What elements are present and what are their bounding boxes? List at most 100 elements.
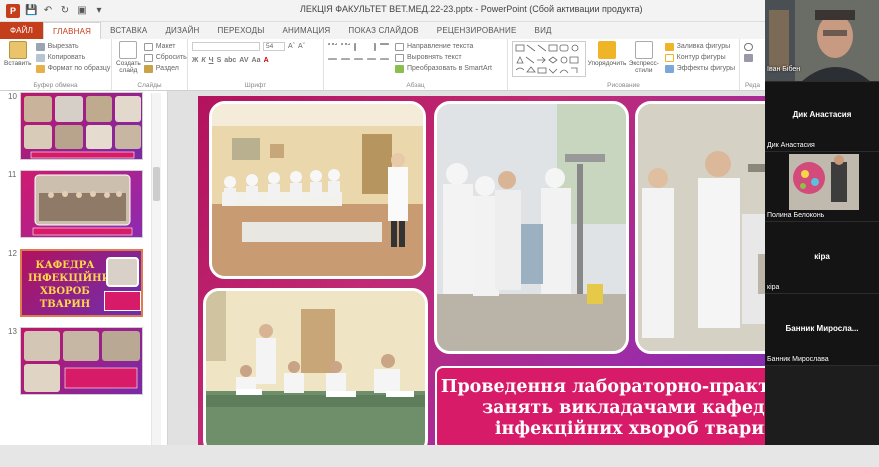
decrease-indent-icon[interactable] [354, 42, 363, 51]
participant-name: кіра [767, 284, 780, 291]
tab-transitions[interactable]: ПЕРЕХОДЫ [209, 22, 274, 39]
align-text-button[interactable]: Выровнять текст [395, 52, 492, 63]
align-left-icon[interactable] [328, 57, 337, 66]
slide-thumbnail-11[interactable] [20, 170, 143, 238]
thumbnail-scrollbar[interactable] [151, 93, 161, 465]
participant-tile[interactable]: Полина Белоконь [765, 152, 879, 222]
drawing-group-label: Рисование [607, 82, 640, 89]
smartart-icon [395, 64, 404, 73]
shape-fill-button[interactable]: Заливка фигуры [664, 41, 735, 52]
smartart-button[interactable]: Преобразовать в SmartArt [395, 63, 492, 74]
powerpoint-window: P 💾 ↶ ↻ ▣ ▾ ЛЕКЦІЯ ФАКУЛЬТЕТ ВЕТ.МЕД.22-… [0, 0, 879, 467]
change-case-icon[interactable]: Аа [252, 57, 261, 64]
redo-icon[interactable]: ↻ [59, 5, 71, 17]
tab-design[interactable]: ДИЗАЙН [156, 22, 208, 39]
participant-tile[interactable]: Дик Анастасия Дик Анастасия [765, 82, 879, 152]
slide-thumbnail-13[interactable] [20, 327, 143, 395]
photo-classroom[interactable] [209, 101, 426, 279]
font-color-icon[interactable]: A [264, 57, 269, 64]
format-painter-button[interactable]: Формат по образцу [35, 63, 110, 74]
participant-tile-presenter[interactable]: Іван Бібен [765, 0, 879, 82]
shape-outline-button[interactable]: Контур фигуры [664, 52, 735, 63]
numbering-icon[interactable] [341, 42, 350, 51]
undo-icon[interactable]: ↶ [42, 5, 54, 17]
font-group: 54 Aˆ Aˇ Ж К Ч S abc AV Аа A Шрифт [188, 39, 324, 90]
slide-thumbnail-12[interactable]: КАФЕДРА ІНФЕКЦІЙНИХ ХВОРОБ ТВАРИН [20, 249, 143, 317]
photo-students-desks[interactable] [203, 288, 428, 456]
participant-tile[interactable]: кіра кіра [765, 222, 879, 294]
thumbnail-group-photo [32, 174, 133, 236]
shadow-icon[interactable]: S [217, 57, 222, 64]
layout-button[interactable]: Макет [143, 41, 187, 52]
font-size-select[interactable]: 54 [263, 42, 285, 51]
brush-icon [35, 64, 45, 73]
paste-button[interactable]: Вставить [4, 41, 32, 74]
participant-name-center: Банник Миросла... [785, 324, 859, 333]
thumbnail-number: 13 [8, 327, 17, 336]
text-direction-icon [395, 42, 404, 51]
shapes-gallery[interactable] [512, 41, 586, 77]
shrink-font-icon[interactable]: Aˇ [298, 43, 305, 50]
copy-button[interactable]: Копировать [35, 52, 111, 63]
start-slideshow-icon[interactable]: ▣ [76, 5, 88, 17]
italic-icon[interactable]: К [201, 57, 205, 64]
copy-icon [35, 53, 45, 62]
drawing-group: Упорядочить Экспресс-стили Заливка фигур… [508, 39, 740, 90]
fill-bucket-icon [664, 42, 674, 51]
slide-thumbnail-10[interactable] [20, 92, 143, 160]
shape-effects-button[interactable]: Эффекты фигуры [664, 63, 735, 74]
find-button[interactable] [744, 41, 761, 52]
align-center-icon[interactable] [341, 57, 350, 66]
font-name-select[interactable] [192, 42, 260, 51]
align-right-icon[interactable] [354, 57, 363, 66]
find-icon [744, 42, 753, 51]
thumbnail-number: 12 [8, 249, 17, 258]
replace-button[interactable] [744, 52, 761, 63]
strikethrough-icon[interactable]: abc [224, 57, 236, 64]
quick-styles-button[interactable]: Экспресс-стили [628, 41, 660, 77]
customize-toolbar-icon[interactable]: ▾ [93, 5, 105, 17]
tab-view[interactable]: ВИД [526, 22, 561, 39]
tab-home[interactable]: ГЛАВНАЯ [43, 22, 102, 39]
participant-name: Банник Мирослава [767, 356, 829, 363]
slides-group-label: Слайды [137, 82, 162, 89]
photo-lab-group[interactable] [434, 101, 629, 354]
tab-review[interactable]: РЕЦЕНЗИРОВАНИЕ [428, 22, 526, 39]
columns-icon[interactable] [380, 57, 389, 66]
font-group-label: Шрифт [244, 82, 267, 89]
slide-thumbnail-pane[interactable]: 10 11 12 КАФЕДРА ІНФЕКЦІЙНИХ ХВОРОБ ТВАР… [0, 91, 168, 467]
justify-icon[interactable] [367, 57, 376, 66]
reset-button[interactable]: Сбросить [143, 52, 187, 63]
tab-file[interactable]: ФАЙЛ [0, 22, 44, 39]
photo-classroom-image [212, 104, 423, 276]
tab-insert[interactable]: ВСТАВКА [101, 22, 156, 39]
grow-font-icon[interactable]: Aˆ [288, 43, 295, 50]
thumbnail-photos [24, 96, 141, 159]
new-slide-button[interactable]: Создать слайд [116, 41, 141, 74]
section-button[interactable]: Раздел [143, 63, 187, 74]
powerpoint-logo-icon: P [6, 3, 20, 18]
quick-access-toolbar: P 💾 ↶ ↻ ▣ ▾ [0, 3, 105, 18]
editing-group: Реда [740, 39, 765, 90]
underline-icon[interactable]: Ч [209, 57, 214, 64]
tab-animations[interactable]: АНИМАЦИЯ [274, 22, 340, 39]
tab-slideshow[interactable]: ПОКАЗ СЛАЙДОВ [339, 22, 427, 39]
quick-styles-icon [634, 41, 653, 59]
slide-editing-area[interactable]: Проведення лабораторно-практичних занять… [168, 91, 846, 467]
participant-tile[interactable]: Банник Миросла... Банник Мирослава [765, 294, 879, 366]
align-text-icon [395, 53, 404, 62]
line-spacing-icon[interactable] [380, 42, 389, 51]
arrange-button[interactable]: Упорядочить [588, 41, 626, 77]
char-spacing-icon[interactable]: AV [239, 57, 248, 64]
bullets-icon[interactable] [328, 42, 337, 51]
slides-group: Создать слайд Макет Сбросить Раздел Слай… [112, 39, 188, 90]
cut-button[interactable]: Вырезать [35, 41, 111, 52]
scrollbar-thumb[interactable] [153, 167, 160, 201]
text-direction-button[interactable]: Направление текста [395, 41, 492, 52]
thumbnail-title-text: КАФЕДРА ІНФЕКЦІЙНИХ ХВОРОБ ТВАРИН [28, 260, 119, 310]
thumbnail-number: 10 [8, 92, 17, 101]
save-icon[interactable]: 💾 [25, 5, 37, 17]
current-slide[interactable]: Проведення лабораторно-практичних занять… [198, 96, 846, 462]
bold-icon[interactable]: Ж [192, 57, 198, 64]
increase-indent-icon[interactable] [367, 42, 376, 51]
